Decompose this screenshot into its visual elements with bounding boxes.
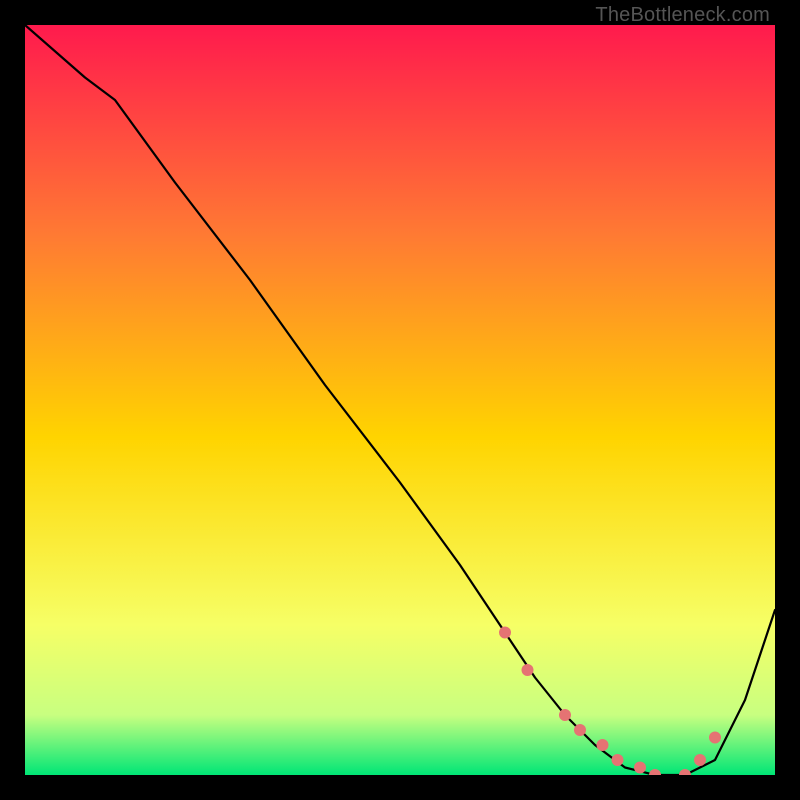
curve-marker bbox=[574, 724, 586, 736]
curve-marker bbox=[694, 754, 706, 766]
curve-marker bbox=[597, 739, 609, 751]
curve-marker bbox=[522, 664, 534, 676]
curve-marker bbox=[559, 709, 571, 721]
curve-marker bbox=[499, 627, 511, 639]
watermark-text: TheBottleneck.com bbox=[595, 4, 770, 27]
gradient-background bbox=[25, 25, 775, 775]
chart-frame: TheBottleneck.com bbox=[0, 0, 800, 800]
curve-marker bbox=[634, 762, 646, 774]
curve-marker bbox=[709, 732, 721, 744]
gradient-plot bbox=[25, 25, 775, 775]
curve-marker bbox=[612, 754, 624, 766]
